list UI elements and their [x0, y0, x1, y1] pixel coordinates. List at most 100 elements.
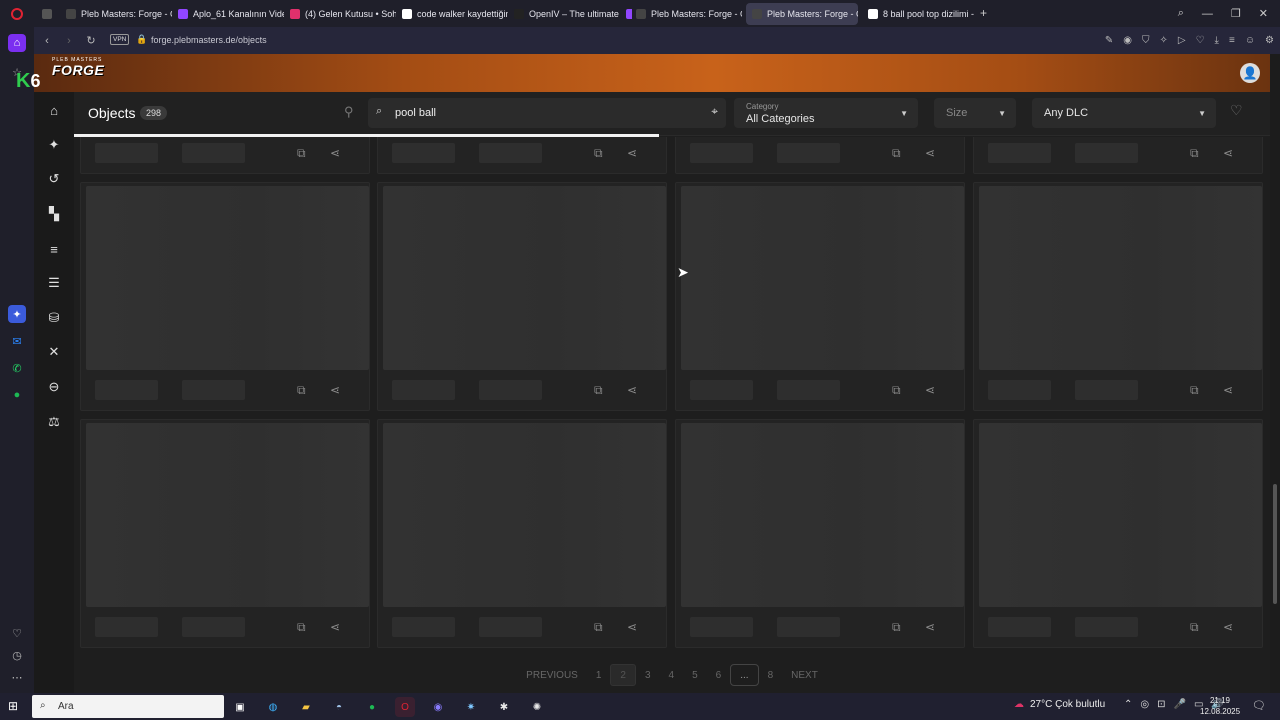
- sparkle-icon[interactable]: ✦: [42, 133, 66, 157]
- vpn-badge[interactable]: VPN: [110, 34, 130, 45]
- browser-tab[interactable]: Pleb Masters: Forge - GTA: [630, 3, 742, 25]
- copy-icon[interactable]: ⧉: [594, 620, 603, 635]
- rockstar-icon[interactable]: ✱: [494, 697, 514, 717]
- object-thumbnail-placeholder[interactable]: [383, 423, 666, 607]
- maximize-icon[interactable]: ❐: [1231, 7, 1241, 20]
- pagination-page[interactable]: 1: [587, 664, 611, 686]
- database-icon[interactable]: ⛁: [42, 306, 66, 330]
- copy-icon[interactable]: ⧉: [594, 146, 603, 161]
- object-card[interactable]: ⧉ ⋖: [377, 137, 667, 174]
- object-card[interactable]: ⧉ ⋖: [675, 419, 965, 648]
- mic-icon[interactable]: 🎤: [1174, 699, 1186, 710]
- play-icon[interactable]: ▷: [1178, 35, 1186, 46]
- object-thumbnail-placeholder[interactable]: [681, 423, 964, 607]
- pagination-previous[interactable]: PREVIOUS: [517, 664, 587, 686]
- copy-icon[interactable]: ⧉: [1190, 383, 1199, 398]
- tab-search-icon[interactable]: ⌕: [1178, 7, 1184, 20]
- pagination-page[interactable]: 8: [759, 664, 783, 686]
- share-icon[interactable]: ⋖: [627, 383, 637, 397]
- filter-icon[interactable]: ⚲: [344, 104, 354, 120]
- whatsapp-icon[interactable]: ✆: [8, 359, 26, 377]
- new-tab-icon[interactable]: +: [980, 6, 987, 20]
- pagination-page[interactable]: 6: [707, 664, 731, 686]
- map-icon[interactable]: ▚: [42, 202, 66, 226]
- object-card[interactable]: ⧉ ⋖: [80, 182, 370, 411]
- more-circle-icon[interactable]: ⊖: [42, 375, 66, 399]
- home-icon[interactable]: ⌂: [8, 34, 26, 52]
- history-icon[interactable]: ◷: [8, 646, 26, 664]
- object-thumbnail-placeholder[interactable]: [979, 186, 1262, 370]
- download-icon[interactable]: ⤓: [1215, 35, 1219, 46]
- pagination-page[interactable]: 4: [660, 664, 684, 686]
- object-thumbnail-placeholder[interactable]: [86, 186, 369, 370]
- pagination-page[interactable]: 3: [636, 664, 660, 686]
- object-card[interactable]: ⧉ ⋖: [80, 419, 370, 648]
- spotify-icon[interactable]: ●: [362, 697, 382, 717]
- object-card[interactable]: ⧉ ⋖: [80, 137, 370, 174]
- chevron-up-icon[interactable]: ⌃: [1124, 699, 1132, 710]
- playlist-icon[interactable]: ≡: [42, 237, 66, 261]
- object-thumbnail-placeholder[interactable]: [979, 423, 1262, 607]
- share-icon[interactable]: ⋖: [627, 620, 637, 634]
- object-card[interactable]: ⧉ ⋖: [973, 137, 1263, 174]
- messenger-icon[interactable]: ✉: [8, 332, 26, 350]
- share-icon[interactable]: ⋖: [330, 620, 340, 634]
- copy-icon[interactable]: ⧉: [1190, 620, 1199, 635]
- browser-tab[interactable]: (4) Gelen Kutusu • Sohbet: [284, 3, 396, 25]
- close-icon[interactable]: ✕: [1259, 7, 1268, 20]
- app-icon[interactable]: ✷: [461, 697, 481, 717]
- object-card[interactable]: ⧉ ⋖: [973, 182, 1263, 411]
- pagination-page[interactable]: 2: [610, 664, 636, 686]
- pagination-page[interactable]: 5: [683, 664, 707, 686]
- object-card[interactable]: ⧉ ⋖: [675, 137, 965, 174]
- edge-icon[interactable]: ◍: [263, 697, 283, 717]
- share-icon[interactable]: ⋖: [627, 146, 637, 160]
- home-icon[interactable]: ⌂: [42, 98, 66, 122]
- forward-icon[interactable]: ›: [58, 27, 80, 54]
- share-icon[interactable]: ⋖: [925, 146, 935, 160]
- reload-icon[interactable]: ↻: [80, 27, 102, 54]
- size-select[interactable]: Size ▼: [934, 98, 1016, 128]
- settings-icon[interactable]: ⚙: [1265, 35, 1274, 46]
- heart-icon[interactable]: ♡: [1196, 35, 1205, 46]
- forge-logo[interactable]: FORGE: [52, 62, 104, 78]
- user-avatar-icon[interactable]: 👤: [1240, 63, 1260, 83]
- scale-icon[interactable]: ⚖: [42, 410, 66, 434]
- dlc-select[interactable]: Any DLC ▼: [1032, 98, 1216, 128]
- notification-icon[interactable]: 🗨: [1252, 699, 1266, 712]
- task-view-icon[interactable]: ▣: [230, 697, 250, 717]
- object-card[interactable]: ⧉ ⋖: [973, 419, 1263, 648]
- clock[interactable]: 21:19 12.08.2025: [1200, 695, 1240, 717]
- category-select[interactable]: Category All Categories ▼: [734, 98, 918, 128]
- search-input[interactable]: [395, 104, 695, 122]
- copy-icon[interactable]: ⧉: [297, 146, 306, 161]
- opera-menu-button[interactable]: [0, 0, 34, 27]
- copy-icon[interactable]: ⧉: [892, 383, 901, 398]
- pagination-next[interactable]: NEXT: [782, 664, 827, 686]
- history-icon[interactable]: ↺: [42, 167, 66, 191]
- object-thumbnail-placeholder[interactable]: [86, 423, 369, 607]
- aria-icon[interactable]: ✦: [8, 305, 26, 323]
- camera-icon[interactable]: ◉: [1123, 35, 1132, 46]
- object-card[interactable]: ⧉ ⋖: [675, 182, 965, 411]
- browser-tab[interactable]: [36, 3, 54, 25]
- opera-icon[interactable]: O: [395, 697, 415, 717]
- browser-tab[interactable]: code walker kaydettiğimiz: [396, 3, 508, 25]
- browser-tab[interactable]: Aplo_61 Kanalının Videola: [172, 3, 284, 25]
- object-thumbnail-placeholder[interactable]: [383, 186, 666, 370]
- openai-icon[interactable]: ✺: [527, 697, 547, 717]
- copy-icon[interactable]: ⧉: [892, 146, 901, 161]
- file-explorer-icon[interactable]: ▰: [296, 697, 316, 717]
- spotify-icon[interactable]: ●: [8, 386, 26, 404]
- more-icon[interactable]: ⋯: [8, 668, 26, 686]
- share-icon[interactable]: ⋖: [1223, 620, 1233, 634]
- copy-icon[interactable]: ⧉: [892, 620, 901, 635]
- copy-icon[interactable]: ⧉: [297, 383, 306, 398]
- scrollbar[interactable]: [1270, 54, 1280, 693]
- steam-icon[interactable]: ◓: [329, 697, 349, 717]
- share-icon[interactable]: ⋖: [330, 383, 340, 397]
- browser-tab[interactable]: 8 ball pool top dizilimi - G: [862, 3, 974, 25]
- copy-icon[interactable]: ⧉: [297, 620, 306, 635]
- object-card[interactable]: ⧉ ⋖: [377, 182, 667, 411]
- tools-icon[interactable]: ✕: [42, 340, 66, 364]
